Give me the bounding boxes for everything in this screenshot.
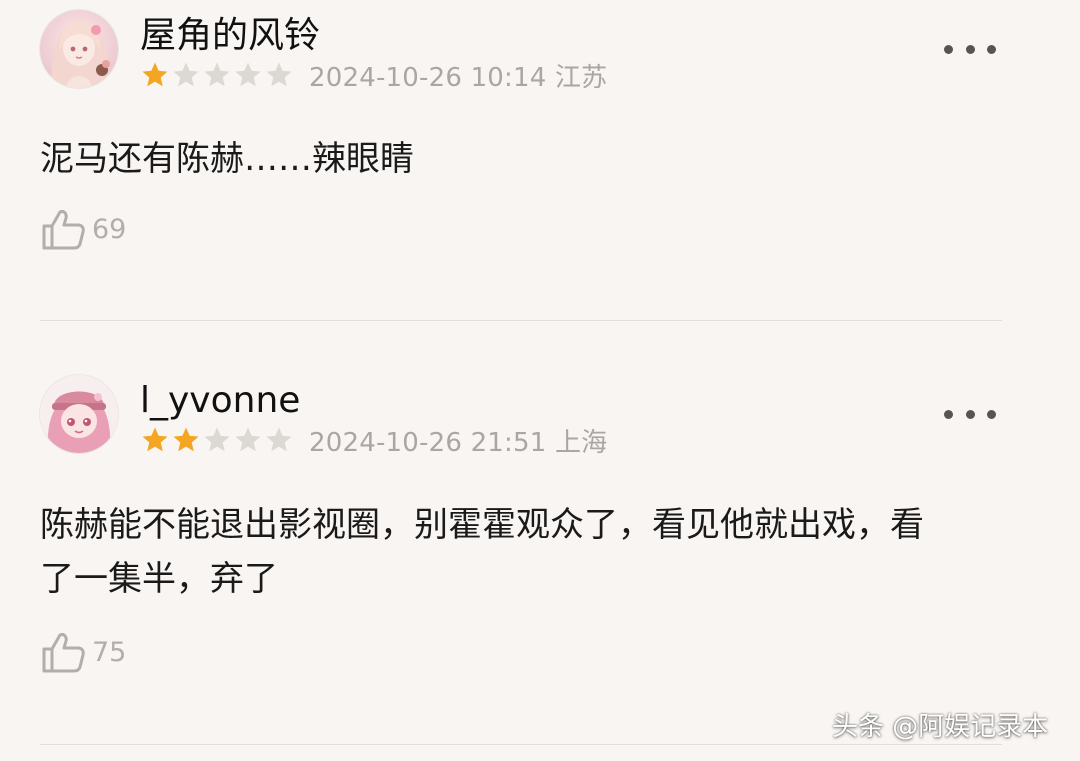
star-filled-icon <box>142 427 168 452</box>
like-button[interactable]: 69 <box>40 204 126 254</box>
star-empty-icon <box>235 62 261 87</box>
review-meta: 2024-10-26 10:14 江苏 <box>309 57 607 94</box>
more-options-button[interactable] <box>944 34 996 64</box>
star-empty-icon <box>173 62 199 87</box>
rating-row: 2024-10-26 21:51 上海 <box>140 422 607 459</box>
avatar-girl-image <box>40 10 118 88</box>
thumbs-up-icon <box>42 633 85 673</box>
review-location: 上海 <box>554 427 608 458</box>
more-dots-icon <box>944 409 953 419</box>
review-datetime: 2024-10-26 10:14 <box>309 62 547 93</box>
watermark: 头条 @阿娱记录本 <box>832 712 1049 742</box>
more-dots-icon <box>965 44 975 54</box>
avatar[interactable] <box>40 375 118 453</box>
star-filled-icon <box>142 62 168 87</box>
rating-row: 2024-10-26 10:14 江苏 <box>140 57 607 94</box>
review-datetime: 2024-10-26 21:51 <box>309 427 547 458</box>
more-dots-icon <box>987 409 996 419</box>
review-content: 泥马还有陈赫……辣眼睛 <box>40 139 414 179</box>
username[interactable]: 屋角的风铃 <box>140 14 320 58</box>
more-dots-icon <box>987 44 996 54</box>
avatar[interactable] <box>40 10 118 88</box>
review-location: 江苏 <box>554 62 608 93</box>
review-meta: 2024-10-26 21:51 上海 <box>309 422 607 459</box>
username[interactable]: l_yvonne <box>140 379 300 423</box>
thumbs-up-icon <box>42 210 85 250</box>
divider <box>40 320 1002 321</box>
star-empty-icon <box>235 427 261 452</box>
star-empty-icon <box>204 62 230 87</box>
star-empty-icon <box>266 62 292 87</box>
like-count: 75 <box>92 636 127 668</box>
more-dots-icon <box>944 44 953 54</box>
more-dots-icon <box>965 409 975 419</box>
review-content: 陈赫能不能退出影视圈，别霍霍观众了，看见他就出戏，看了一集半，弃了 <box>40 505 924 599</box>
avatar-pink-hair-image <box>40 375 118 453</box>
star-empty-icon <box>266 427 292 452</box>
like-button[interactable]: 75 <box>40 627 126 677</box>
star-empty-icon <box>204 427 230 452</box>
star-rating <box>140 60 295 90</box>
like-count: 69 <box>92 213 127 245</box>
star-filled-icon <box>173 427 199 452</box>
star-rating <box>140 425 295 455</box>
more-options-button[interactable] <box>944 399 996 429</box>
divider <box>40 744 1002 745</box>
